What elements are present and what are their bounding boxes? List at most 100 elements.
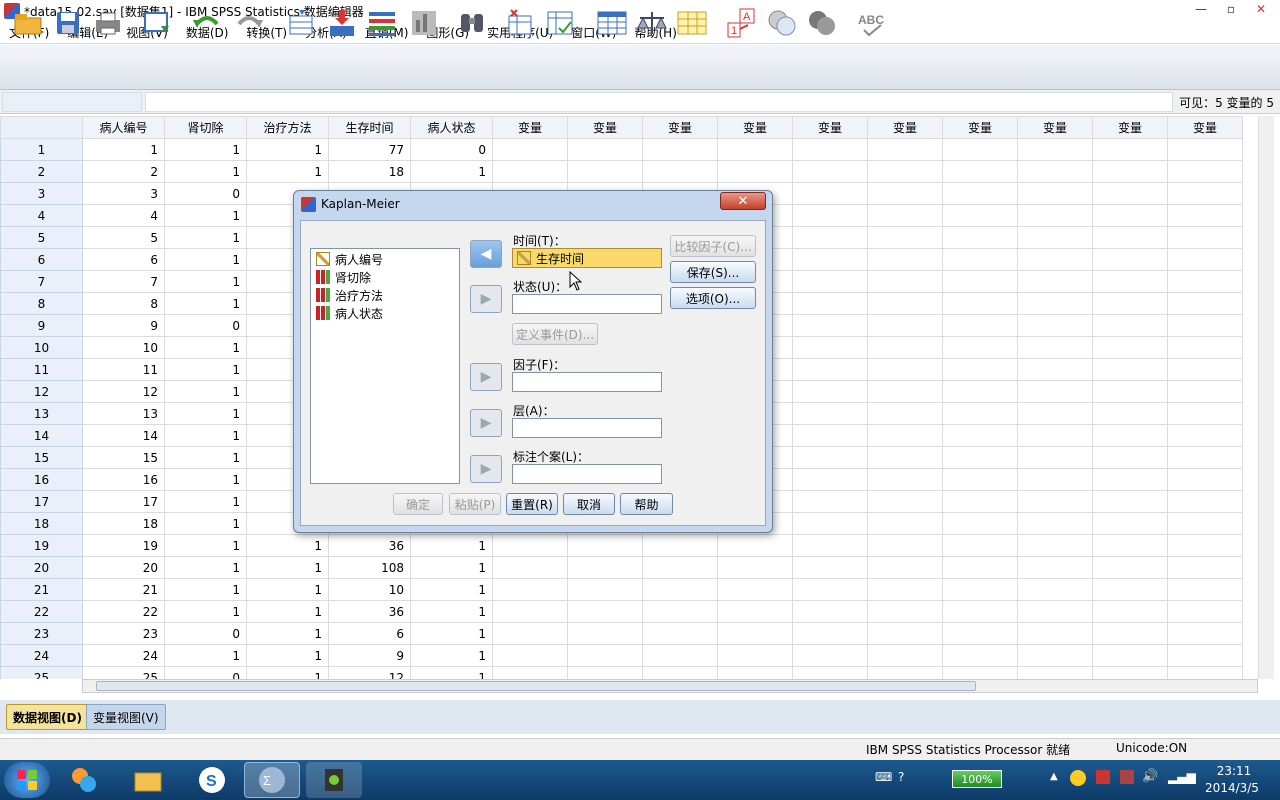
data-cell[interactable] [942, 292, 1018, 315]
run-descriptives-icon[interactable] [408, 7, 440, 39]
data-cell[interactable] [792, 424, 868, 447]
data-cell[interactable]: 1 [164, 490, 247, 513]
data-cell[interactable] [792, 292, 868, 315]
data-cell[interactable] [492, 578, 568, 601]
tray-app-icon[interactable] [1070, 770, 1086, 786]
data-cell[interactable] [942, 402, 1018, 425]
data-cell[interactable] [1092, 644, 1168, 667]
data-cell[interactable] [1017, 380, 1093, 403]
data-cell[interactable] [942, 358, 1018, 381]
help-tray-icon[interactable]: ? [898, 770, 904, 784]
data-cell[interactable] [1017, 226, 1093, 249]
data-cell[interactable]: 19 [82, 534, 165, 557]
row-number[interactable]: 4 [0, 204, 83, 227]
data-cell[interactable] [942, 446, 1018, 469]
data-cell[interactable] [642, 622, 718, 645]
data-cell[interactable] [1017, 556, 1093, 579]
data-cell[interactable] [867, 644, 943, 667]
data-cell[interactable]: 1 [164, 226, 247, 249]
data-cell[interactable] [1167, 292, 1243, 315]
data-cell[interactable] [1167, 644, 1243, 667]
data-cell[interactable]: 108 [328, 556, 411, 579]
row-number[interactable]: 9 [0, 314, 83, 337]
maximize-button[interactable]: ▫ [1218, 0, 1244, 18]
data-cell[interactable]: 1 [246, 666, 329, 679]
data-cell[interactable] [1167, 534, 1243, 557]
data-cell[interactable]: 1 [164, 138, 247, 161]
data-cell[interactable] [792, 468, 868, 491]
move-factor-arrow-button[interactable]: ▶ [470, 363, 502, 391]
data-cell[interactable] [1167, 204, 1243, 227]
data-cell[interactable] [1017, 578, 1093, 601]
data-cell[interactable] [642, 600, 718, 623]
data-cell[interactable]: 24 [82, 644, 165, 667]
goto-variable-icon[interactable] [326, 7, 358, 39]
data-cell[interactable] [1017, 600, 1093, 623]
data-cell[interactable] [942, 160, 1018, 183]
data-cell[interactable] [642, 644, 718, 667]
data-cell[interactable]: 1 [164, 446, 247, 469]
data-cell[interactable] [1017, 336, 1093, 359]
row-number[interactable]: 18 [0, 512, 83, 535]
data-cell[interactable] [1017, 358, 1093, 381]
data-cell[interactable] [1167, 226, 1243, 249]
data-cell[interactable] [942, 622, 1018, 645]
data-cell[interactable] [1017, 138, 1093, 161]
data-cell[interactable] [1092, 314, 1168, 337]
data-cell[interactable] [792, 600, 868, 623]
data-cell[interactable] [867, 424, 943, 447]
taskbar-app-icon[interactable] [56, 762, 112, 798]
data-cell[interactable] [867, 248, 943, 271]
data-cell[interactable] [1092, 380, 1168, 403]
data-cell[interactable]: 0 [164, 666, 247, 679]
insert-variable-icon[interactable] [544, 7, 576, 39]
data-cell[interactable]: 1 [164, 556, 247, 579]
data-cell[interactable] [792, 644, 868, 667]
data-cell[interactable] [1092, 534, 1168, 557]
cell-reference-field[interactable] [2, 92, 142, 112]
data-cell[interactable]: 1 [246, 160, 329, 183]
data-cell[interactable]: 8 [82, 292, 165, 315]
data-cell[interactable] [1167, 666, 1243, 679]
data-cell[interactable] [717, 138, 793, 161]
data-cell[interactable]: 1 [164, 424, 247, 447]
data-cell[interactable] [1167, 578, 1243, 601]
row-number[interactable]: 17 [0, 490, 83, 513]
data-cell[interactable] [867, 556, 943, 579]
data-cell[interactable] [942, 490, 1018, 513]
data-cell[interactable] [867, 380, 943, 403]
row-number[interactable]: 20 [0, 556, 83, 579]
data-cell[interactable] [492, 622, 568, 645]
data-cell[interactable]: 1 [164, 336, 247, 359]
data-cell[interactable] [867, 336, 943, 359]
tray-expand-icon[interactable]: ▲ [1050, 771, 1058, 782]
move-status-arrow-button[interactable]: ▶ [470, 285, 502, 313]
split-file-icon[interactable] [596, 7, 628, 39]
data-cell[interactable]: 7 [82, 270, 165, 293]
data-cell[interactable] [1167, 600, 1243, 623]
time-field[interactable]: 生存时间 [512, 248, 662, 268]
data-cell[interactable] [867, 446, 943, 469]
data-cell[interactable] [1092, 578, 1168, 601]
column-header[interactable]: 变量 [792, 116, 868, 139]
data-cell[interactable] [1017, 204, 1093, 227]
factor-field[interactable] [512, 372, 662, 392]
data-cell[interactable] [1167, 512, 1243, 535]
data-cell[interactable]: 20 [82, 556, 165, 579]
weight-cases-icon[interactable] [636, 7, 668, 39]
cell-value-field[interactable] [145, 92, 1173, 112]
value-labels-icon[interactable]: A1 [726, 7, 758, 39]
data-cell[interactable] [567, 160, 643, 183]
data-cell[interactable] [1017, 270, 1093, 293]
data-cell[interactable]: 3 [82, 182, 165, 205]
data-cell[interactable] [642, 556, 718, 579]
clock-time[interactable]: 23:11 [1206, 764, 1262, 778]
data-cell[interactable]: 1 [410, 622, 493, 645]
battery-indicator[interactable]: 100% [952, 770, 1002, 788]
data-cell[interactable] [1092, 424, 1168, 447]
data-cell[interactable] [867, 182, 943, 205]
data-cell[interactable]: 13 [82, 402, 165, 425]
undo-icon[interactable] [190, 7, 222, 39]
data-cell[interactable] [717, 666, 793, 679]
data-cell[interactable] [942, 424, 1018, 447]
